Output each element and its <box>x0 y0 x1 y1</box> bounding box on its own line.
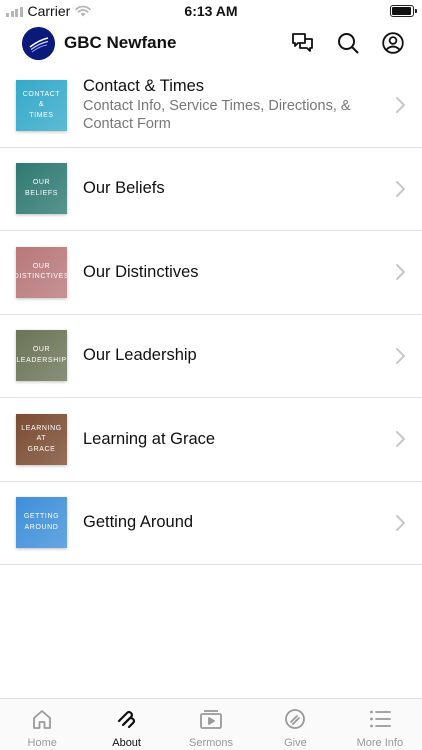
menu-item-our-leadership[interactable]: OUR LEADERSHIP Our Leadership <box>0 315 422 398</box>
tab-label: Home <box>27 737 57 749</box>
item-title: Our Distinctives <box>83 262 199 281</box>
thumb-getting-around: GETTING AROUND <box>16 497 67 549</box>
profile-icon[interactable] <box>381 32 404 55</box>
item-title: Our Beliefs <box>83 179 165 198</box>
signal-icon <box>6 6 23 17</box>
menu-item-our-distinctives[interactable]: OUR DISTINCTIVES Our Distinctives <box>0 231 422 315</box>
menu-item-getting-around[interactable]: GETTING AROUND Getting Around <box>0 482 422 565</box>
item-title: Learning at Grace <box>83 429 216 448</box>
tab-label: More Info <box>356 737 404 749</box>
item-text: Contact & Times Contact Info, Service Ti… <box>83 77 394 133</box>
thumb-label: OUR BELIEFS <box>25 179 58 197</box>
video-icon <box>199 707 223 731</box>
item-title: Our Leadership <box>83 346 197 365</box>
item-title: Getting Around <box>83 513 194 532</box>
status-bar: Carrier 6:13 AM <box>0 0 422 22</box>
wifi-icon <box>75 5 91 17</box>
tab-more-info[interactable]: More Info <box>338 699 422 750</box>
chevron-right-icon <box>396 347 405 364</box>
home-icon <box>30 707 54 731</box>
menu-item-contact-times[interactable]: CONTACT & TIMES Contact & Times Contact … <box>0 64 422 148</box>
tab-home[interactable]: Home <box>0 699 84 750</box>
chevron-right-icon <box>396 431 405 448</box>
app-header: GBC Newfane <box>0 22 422 64</box>
thumb-our-leadership: OUR LEADERSHIP <box>16 330 67 382</box>
item-text: Our Distinctives <box>83 263 394 282</box>
item-text: Getting Around <box>83 513 394 532</box>
tab-label: About <box>112 737 141 749</box>
app-title: GBC Newfane <box>64 33 177 52</box>
item-text: Learning at Grace <box>83 430 394 449</box>
chevron-right-icon <box>396 264 405 281</box>
carrier-label: Carrier <box>27 3 71 19</box>
thumb-label: OUR LEADERSHIP <box>16 346 67 364</box>
thumb-learning-at-grace: LEARNING AT GRACE <box>16 413 67 465</box>
tab-sermons[interactable]: Sermons <box>169 699 253 750</box>
chevron-right-icon <box>396 97 405 114</box>
battery-icon <box>390 5 417 17</box>
menu-item-learning-at-grace[interactable]: LEARNING AT GRACE Learning at Grace <box>0 398 422 482</box>
chevron-right-icon <box>396 180 405 197</box>
give-icon <box>283 707 307 731</box>
thumb-label: CONTACT & TIMES <box>22 90 61 119</box>
chat-icon[interactable] <box>291 32 314 55</box>
item-title: Contact & Times <box>83 77 205 96</box>
status-left: Carrier <box>6 3 91 19</box>
thumb-label: OUR DISTINCTIVES <box>16 262 67 281</box>
item-text: Our Leadership <box>83 346 394 365</box>
search-icon[interactable] <box>336 32 359 55</box>
tab-label: Give <box>284 737 307 749</box>
thumb-label: LEARNING AT GRACE <box>21 424 62 453</box>
thumb-contact-times: CONTACT & TIMES <box>16 79 67 131</box>
item-text: Our Beliefs <box>83 179 394 198</box>
church-logo-icon[interactable] <box>22 26 55 60</box>
tab-about[interactable]: About <box>84 699 168 750</box>
list-icon <box>368 707 392 731</box>
about-icon <box>115 707 139 731</box>
chevron-right-icon <box>396 514 405 531</box>
tab-label: Sermons <box>189 737 234 749</box>
header-actions <box>291 32 404 55</box>
thumb-our-distinctives: OUR DISTINCTIVES <box>16 246 67 298</box>
item-subtitle: Contact Info, Service Times, Directions,… <box>83 98 351 132</box>
bottom-tab-bar: Home About Sermons Give More Info <box>0 698 422 750</box>
tab-give[interactable]: Give <box>253 699 337 750</box>
about-menu-list: CONTACT & TIMES Contact & Times Contact … <box>0 64 422 565</box>
thumb-our-beliefs: OUR BELIEFS <box>16 163 67 215</box>
menu-item-our-beliefs[interactable]: OUR BELIEFS Our Beliefs <box>0 148 422 231</box>
thumb-label: GETTING AROUND <box>23 513 60 531</box>
